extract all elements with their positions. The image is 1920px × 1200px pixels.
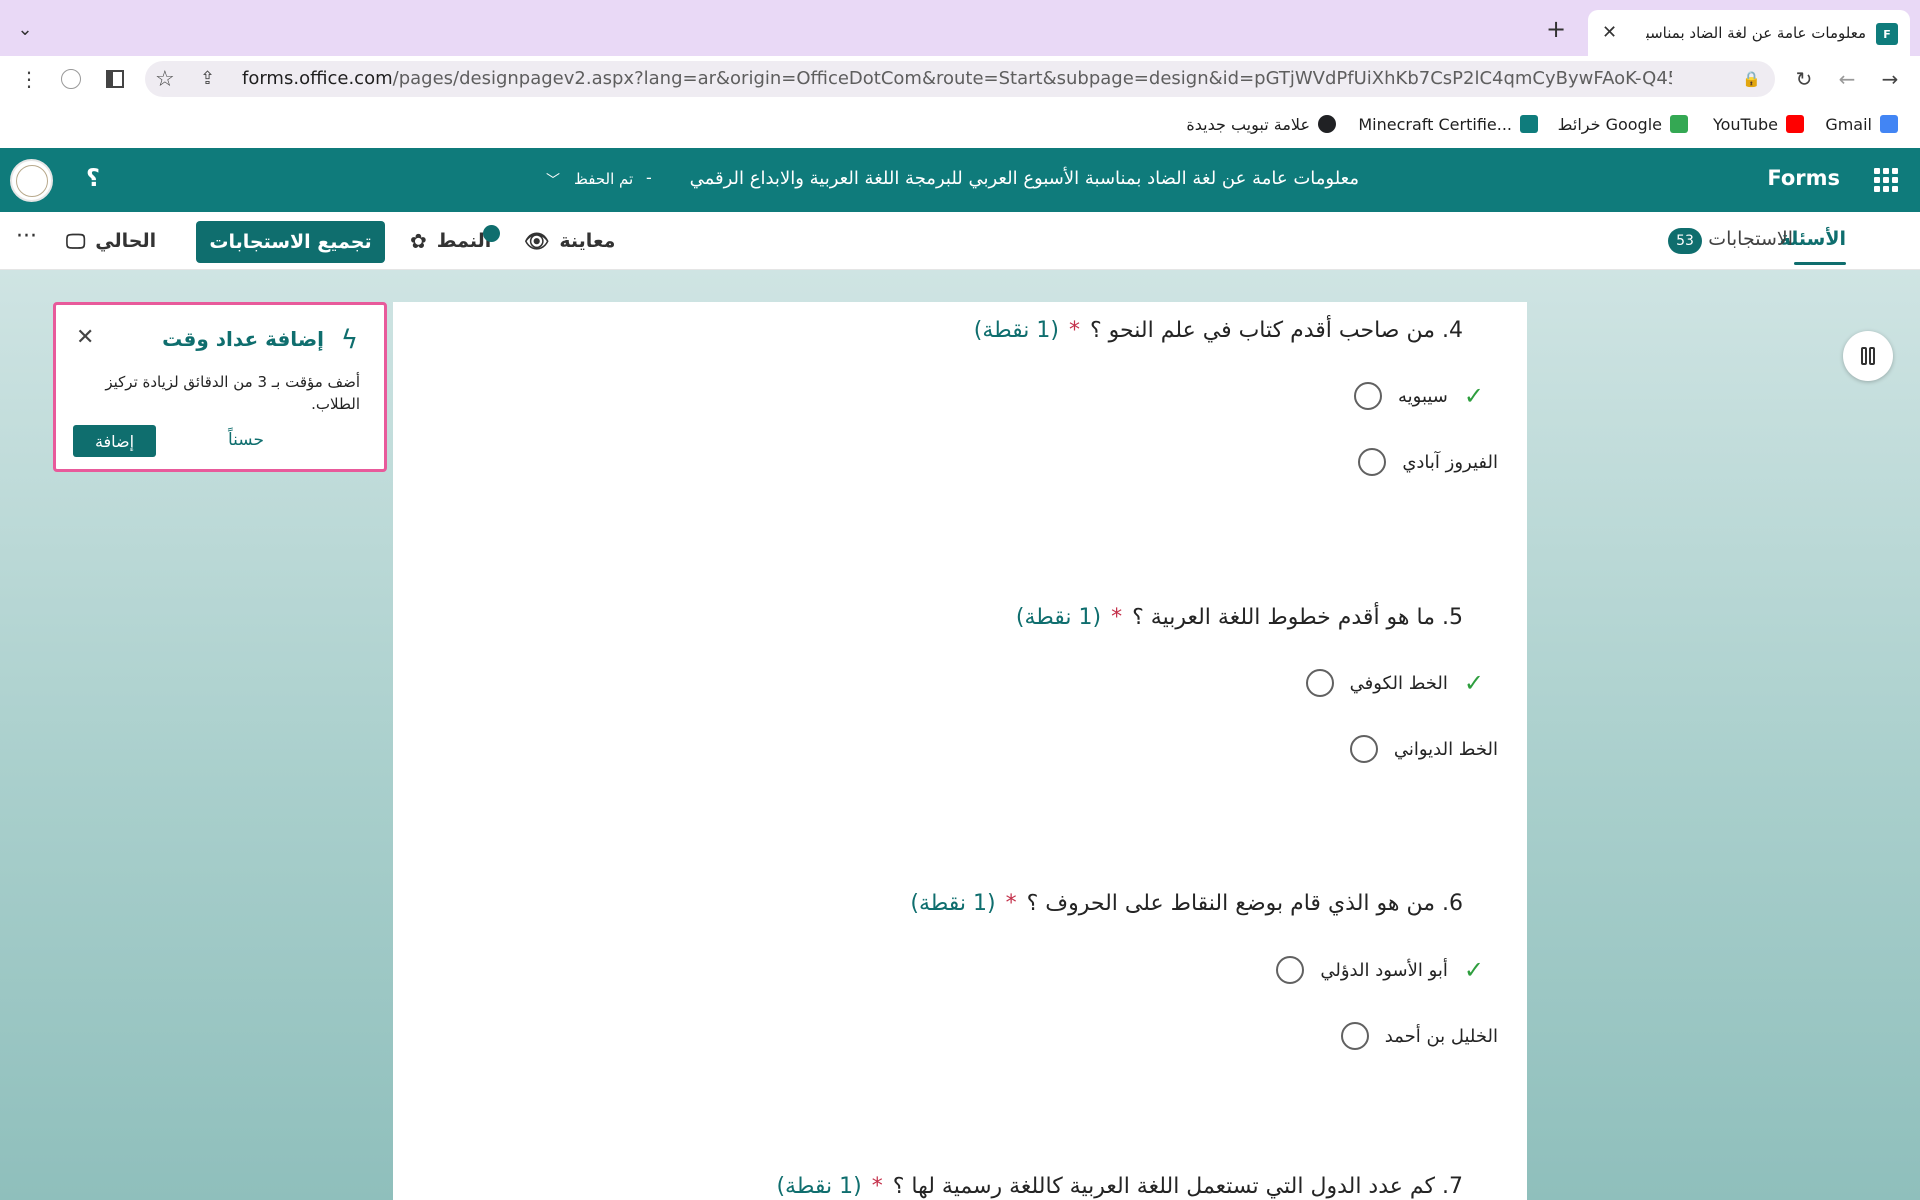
back-arrow-icon[interactable]: ←: [1834, 66, 1860, 92]
new-tab-plus-icon[interactable]: +: [1546, 17, 1566, 41]
radio-button[interactable]: [1276, 956, 1305, 984]
answer-option[interactable]: الخط الديواني: [1349, 734, 1498, 764]
preview-button[interactable]: معاينة 👁: [524, 224, 615, 258]
answer-option[interactable]: سيبويه ✓: [1353, 381, 1498, 411]
responses-count-badge: 53: [1668, 228, 1702, 254]
question-4[interactable]: 4. من صاحب أقدم كتاب في علم النحو ؟ * (1…: [974, 318, 1463, 343]
maps-icon: [1670, 115, 1688, 133]
lightning-icon: ϟ: [340, 325, 358, 355]
share-icon[interactable]: ⇪: [200, 68, 215, 89]
help-icon[interactable]: ؟: [86, 164, 100, 192]
question-points: (1 نقطة): [973, 318, 1060, 343]
browser-toolbar: ⋮ ☆ ⇪ forms.office.com/pages/designpagev…: [0, 56, 1920, 102]
question-title: 6. من هو الذي قام بوضع النقاط على الحروف…: [910, 891, 1463, 916]
radio-button[interactable]: [1340, 1022, 1369, 1050]
bookmarks-bar: Gmail YouTube خرائط Google Minecraft Cer…: [0, 102, 1920, 146]
forms-app-header: Forms معلومات عامة عن لغة الضاد بمناسبة …: [0, 148, 1920, 212]
correct-checkmark-icon: ✓: [1463, 956, 1484, 984]
save-status: تم الحفظ: [574, 170, 634, 188]
youtube-icon: [1786, 115, 1804, 133]
side-panel-icon[interactable]: [102, 66, 128, 92]
monitor-icon: 🖵: [66, 229, 86, 253]
bookmark-youtube[interactable]: YouTube: [1713, 113, 1804, 135]
form-card: 4. من صاحب أقدم كتاب في علم النحو ؟ * (1…: [393, 302, 1527, 1200]
question-7[interactable]: 7. كم عدد الدول التي تستعمل اللغة العربي…: [776, 1174, 1463, 1199]
globe-icon: [1318, 115, 1336, 133]
question-5[interactable]: 5. ما هو أقدم خطوط اللغة العربية ؟ * (1 …: [1016, 605, 1463, 630]
required-marker: *: [1005, 891, 1017, 916]
address-bar[interactable]: ☆ ⇪ forms.office.com/pages/designpagev2.…: [145, 61, 1775, 97]
question-title: 7. كم عدد الدول التي تستعمل اللغة العربي…: [776, 1174, 1463, 1199]
palette-icon: ✿: [410, 229, 427, 253]
browser-menu-icon[interactable]: ⋮: [16, 66, 42, 92]
more-options-icon[interactable]: ···: [16, 224, 37, 249]
correct-checkmark-icon: ✓: [1463, 382, 1484, 410]
chevron-down-icon[interactable]: ﹀: [546, 170, 560, 190]
question-title: 5. ما هو أقدم خطوط اللغة العربية ؟ * (1 …: [1015, 605, 1463, 630]
style-button[interactable]: النمط ✿: [410, 224, 500, 258]
question-6[interactable]: 6. من هو الذي قام بوضع النقاط على الحروف…: [910, 891, 1463, 916]
lock-icon[interactable]: 🔒: [1742, 70, 1761, 88]
question-points: (1 نقطة): [910, 891, 996, 916]
tab-responses[interactable]: الاستجابات: [1708, 228, 1793, 250]
form-canvas: ϟ إضافة عداد وقت ✕ أضف مؤقت بـ 3 من الدق…: [0, 270, 1920, 1200]
bookmark-gmail[interactable]: Gmail: [1825, 113, 1898, 135]
radio-button[interactable]: [1349, 735, 1378, 763]
active-tab-indicator: [1794, 262, 1846, 265]
bookmark-maps[interactable]: خرائط Google: [1558, 113, 1688, 135]
form-title[interactable]: معلومات عامة عن لغة الضاد بمناسبة الأسبو…: [690, 168, 1359, 189]
forms-icon: [1520, 115, 1538, 133]
tab-search-chevron-icon[interactable]: ⌄: [14, 18, 36, 40]
bookmark-minecraft[interactable]: Minecraft Certifie...: [1358, 113, 1538, 135]
immersive-reader-button[interactable]: [1843, 331, 1893, 381]
forward-arrow-icon[interactable]: →: [1877, 66, 1903, 92]
tab-title: معلومات عامة عن لغة الضاد بمناسبة الأسبو…: [1646, 24, 1866, 42]
radio-button[interactable]: [1358, 448, 1387, 476]
required-marker: *: [871, 1174, 883, 1199]
title-separator: -: [646, 168, 652, 187]
bookmark-new-tab[interactable]: علامة تبويب جديدة: [1186, 113, 1336, 135]
bookmark-star-icon[interactable]: ☆: [155, 67, 175, 92]
answer-option[interactable]: الفيروز آبادي: [1358, 447, 1498, 477]
required-marker: *: [1111, 605, 1123, 630]
browser-tab-active[interactable]: F معلومات عامة عن لغة الضاد بمناسبة الأس…: [1588, 10, 1910, 56]
callout-title: إضافة عداد وقت: [162, 327, 324, 351]
radio-button[interactable]: [1353, 382, 1382, 410]
collect-responses-button[interactable]: تجميع الاستجابات: [196, 221, 385, 263]
question-points: (1 نقطة): [1015, 605, 1102, 630]
new-feature-dot: [483, 225, 500, 242]
close-icon[interactable]: ✕: [76, 325, 94, 350]
app-name[interactable]: Forms: [1767, 166, 1840, 190]
browser-tab-strip: ⌄ + F معلومات عامة عن لغة الضاد بمناسبة …: [0, 0, 1920, 56]
required-marker: *: [1069, 318, 1081, 343]
question-title: 4. من صاحب أقدم كتاب في علم النحو ؟ * (1…: [973, 318, 1463, 343]
present-button[interactable]: الحالي 🖵: [66, 224, 156, 258]
forms-favicon-icon: F: [1876, 23, 1898, 45]
profile-icon[interactable]: [58, 66, 84, 92]
app-launcher-waffle-icon[interactable]: [1874, 168, 1898, 192]
callout-body: أضف مؤقت بـ 3 من الدقائق لزيادة تركيز ال…: [105, 373, 360, 413]
correct-checkmark-icon: ✓: [1463, 669, 1484, 697]
timer-callout: ϟ إضافة عداد وقت ✕ أضف مؤقت بـ 3 من الدق…: [53, 302, 387, 472]
question-points: (1 نقطة): [776, 1174, 862, 1199]
pause-bar-icon: [1869, 347, 1875, 365]
reload-icon[interactable]: ↻: [1791, 66, 1817, 92]
tab-close-icon[interactable]: ✕: [1602, 22, 1617, 44]
url-text[interactable]: forms.office.com/pages/designpagev2.aspx…: [242, 61, 1672, 97]
answer-option[interactable]: الخط الكوفي ✓: [1305, 668, 1498, 698]
add-timer-button[interactable]: إضافة: [73, 425, 156, 457]
radio-button[interactable]: [1305, 669, 1334, 697]
eye-icon: 👁: [524, 229, 550, 253]
avatar[interactable]: [10, 159, 53, 202]
answer-option[interactable]: أبو الأسود الدؤلي ✓: [1276, 955, 1498, 985]
command-bar: الأسئلة الاستجابات 53 معاينة 👁 النمط ✿ ت…: [0, 212, 1920, 270]
answer-option[interactable]: الخليل بن أحمد: [1340, 1021, 1498, 1051]
gmail-icon: [1880, 115, 1898, 133]
pause-bar-icon: [1861, 347, 1867, 365]
ok-button[interactable]: حسناً: [228, 430, 264, 450]
